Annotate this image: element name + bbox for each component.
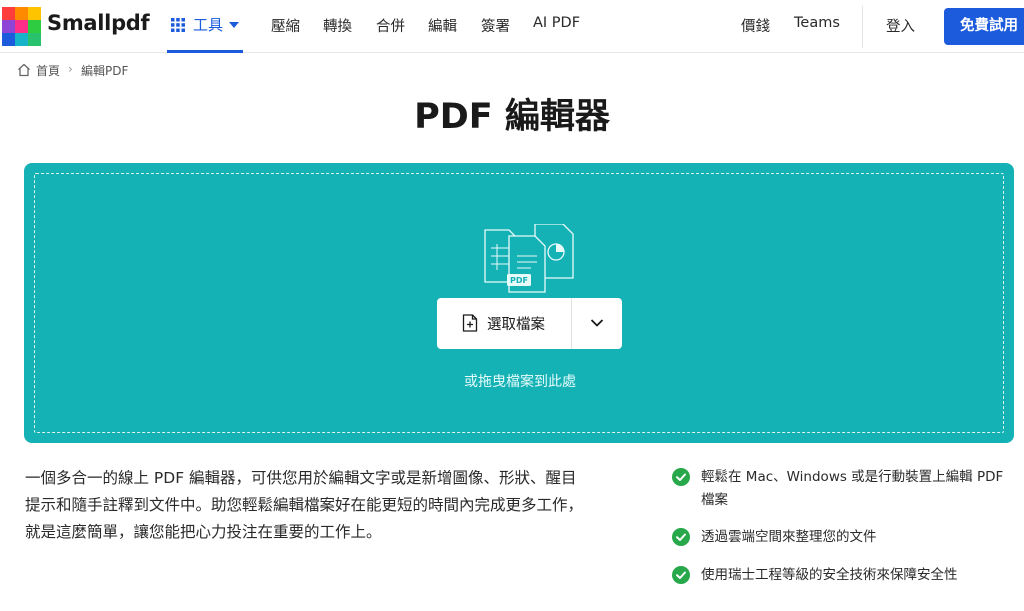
breadcrumb-home[interactable]: 首頁 [36,62,60,79]
file-plus-icon [462,314,478,332]
top-navbar: Smallpdf 工具 壓縮 轉換 合併 編輯 簽署 AI PDF 價錢 Tea… [0,0,1024,53]
choose-file-button-group: 選取檔案 [437,298,622,349]
caret-down-icon [229,22,239,28]
page-title: PDF 編輯器 [414,97,610,137]
tools-label: 工具 [193,16,224,34]
drop-hint-text: 或拖曳檔案到此處 [464,374,576,390]
nav-pricing[interactable]: 價錢 [741,15,770,36]
choose-file-button[interactable]: 選取檔案 [437,298,571,349]
file-source-dropdown-button[interactable] [572,298,622,349]
free-trial-button[interactable]: 免費試用 [944,8,1024,45]
nav-edit[interactable]: 編輯 [428,15,457,36]
grid-icon [171,18,185,32]
home-icon[interactable] [17,63,31,77]
feature-text: 透過雲端空間來整理您的文件 [701,529,877,545]
nav-sign[interactable]: 簽署 [481,15,510,36]
feature-text: 使用瑞士工程等級的安全技術來保障安全性 [701,567,958,583]
dropzone-dashed-border: PDF 選取檔案 或拖曳檔案到此處 [34,173,1004,433]
breadcrumb-current: 編輯PDF [81,64,129,78]
documents-illustration-icon: PDF [484,224,574,293]
chevron-down-icon [590,319,604,327]
nav-convert[interactable]: 轉換 [323,15,352,36]
check-circle-icon [672,468,690,486]
nav-divider [862,6,863,48]
check-circle-icon [672,566,690,584]
feature-text: 輕鬆在 Mac、Windows 或是行動裝置上編輯 PDF 檔案 [701,469,1004,508]
tools-menu-button[interactable]: 工具 [167,0,243,53]
nav-compress[interactable]: 壓縮 [271,15,300,36]
file-dropzone[interactable]: PDF 選取檔案 或拖曳檔案到此處 [24,163,1014,443]
logo-text[interactable]: Smallpdf [47,11,150,35]
nav-merge[interactable]: 合併 [376,15,405,36]
choose-file-label: 選取檔案 [487,317,545,333]
login-link[interactable]: 登入 [886,15,915,36]
pdf-badge-label: PDF [510,276,528,285]
nav-ai-pdf[interactable]: AI PDF [533,15,580,31]
check-circle-icon [672,528,690,546]
nav-teams[interactable]: Teams [794,15,840,31]
description-paragraph: 一個多合一的線上 PDF 編輯器，可供您用於編輯文字或是新增圖像、形狀、醒目提示… [25,469,584,541]
smallpdf-logo[interactable] [2,7,42,47]
breadcrumb-separator: › [68,62,73,76]
